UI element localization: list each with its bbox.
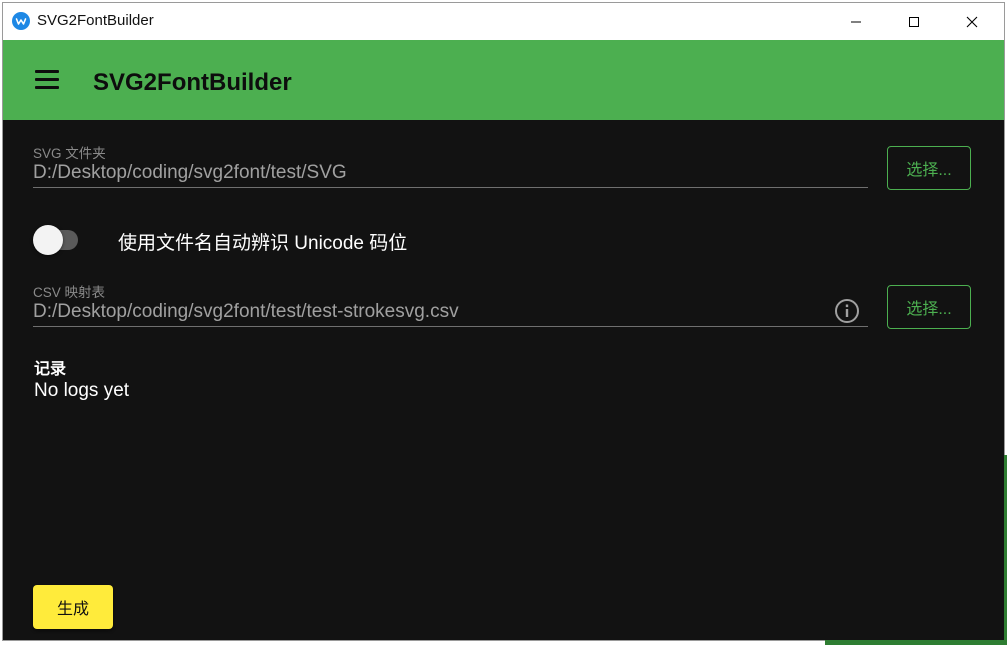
csv-map-underline [33, 326, 868, 327]
log-text: No logs yet [34, 380, 130, 401]
svg-folder-input[interactable]: D:/Desktop/coding/svg2font/test/SVG [33, 162, 347, 184]
info-icon[interactable] [834, 298, 860, 324]
background-window-edge [825, 640, 1007, 645]
svg-folder-select-button[interactable]: 选择... [887, 146, 971, 190]
minimize-icon [851, 21, 861, 22]
log-heading: 记录 [34, 361, 67, 378]
maximize-icon [909, 16, 919, 27]
minimize-button[interactable] [827, 3, 885, 40]
close-icon [966, 16, 978, 27]
app-window: SVG2FontBuilder SVG2FontBuilder SVG 文件夹 … [3, 3, 1004, 640]
svg-folder-underline [33, 187, 868, 188]
close-button[interactable] [943, 3, 1001, 40]
app-bar: SVG2FontBuilder [3, 40, 1004, 120]
unicode-toggle-thumb[interactable] [33, 225, 63, 255]
svg-folder-label: SVG 文件夹 [33, 146, 106, 161]
window-title: SVG2FontBuilder [37, 12, 154, 29]
csv-map-label: CSV 映射表 [33, 285, 106, 300]
title-bar: SVG2FontBuilder [3, 3, 1004, 40]
unicode-toggle-label: 使用文件名自动辨识 Unicode 码位 [118, 233, 408, 254]
generate-button[interactable]: 生成 [33, 585, 113, 629]
csv-map-input[interactable]: D:/Desktop/coding/svg2font/test/test-str… [33, 301, 459, 323]
csv-map-select-button[interactable]: 选择... [887, 285, 971, 329]
maximize-button[interactable] [885, 3, 943, 40]
hamburger-menu-icon[interactable] [35, 70, 59, 90]
app-bar-title: SVG2FontBuilder [93, 69, 292, 96]
app-logo-icon [12, 12, 30, 30]
